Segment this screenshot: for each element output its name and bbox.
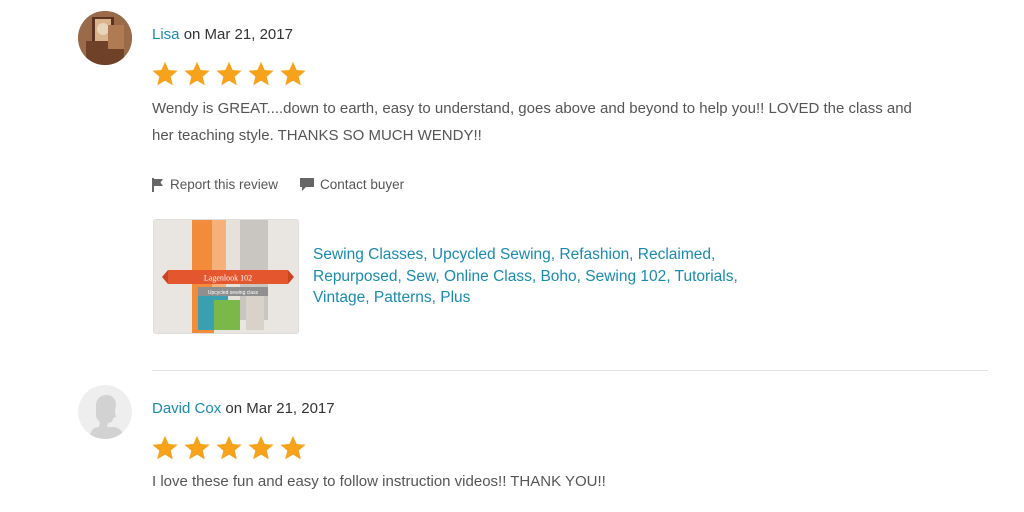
reviewer-name-link[interactable]: Lisa [152, 26, 180, 43]
flag-icon [152, 177, 163, 192]
reviewer-avatar[interactable] [78, 11, 132, 65]
star-icon [280, 435, 306, 460]
star-icon [248, 435, 274, 460]
star-icon [216, 435, 242, 460]
review-divider [152, 370, 988, 371]
thumb-title: Lagenlook 102 [204, 274, 252, 283]
star-icon [184, 435, 210, 460]
thumb-subtitle: Upcycled sewing class [208, 290, 259, 296]
star-icon [184, 61, 210, 86]
listing-tags-link[interactable]: Sewing Classes, Upcycled Sewing, Refashi… [313, 244, 783, 309]
star-icon [152, 61, 178, 86]
reviewer-avatar[interactable] [78, 385, 132, 439]
star-rating [151, 60, 307, 88]
review-date: on Mar 21, 2017 [183, 26, 293, 43]
review-date: on Mar 21, 2017 [225, 400, 335, 417]
contact-buyer-label: Contact buyer [320, 177, 405, 192]
chat-bubble-icon [300, 178, 315, 191]
review-meta: Lisa on Mar 21, 2017 [152, 26, 293, 43]
star-icon [152, 435, 178, 460]
review-actions: Report this review Contact buyer [152, 177, 404, 192]
review-meta: David Cox on Mar 21, 2017 [152, 400, 335, 417]
star-icon [248, 61, 274, 86]
contact-buyer-button[interactable]: Contact buyer [300, 177, 404, 192]
review-text: Wendy is GREAT....down to earth, easy to… [152, 100, 912, 144]
reviewer-name-link[interactable]: David Cox [152, 400, 221, 417]
star-icon [280, 61, 306, 86]
star-rating [151, 434, 307, 462]
star-icon [216, 61, 242, 86]
report-review-button[interactable]: Report this review [152, 177, 278, 192]
review-text: I love these fun and easy to follow inst… [152, 473, 606, 490]
report-review-label: Report this review [170, 177, 279, 192]
listing-thumbnail[interactable]: Lagenlook 102 Upcycled sewing class [153, 219, 299, 334]
